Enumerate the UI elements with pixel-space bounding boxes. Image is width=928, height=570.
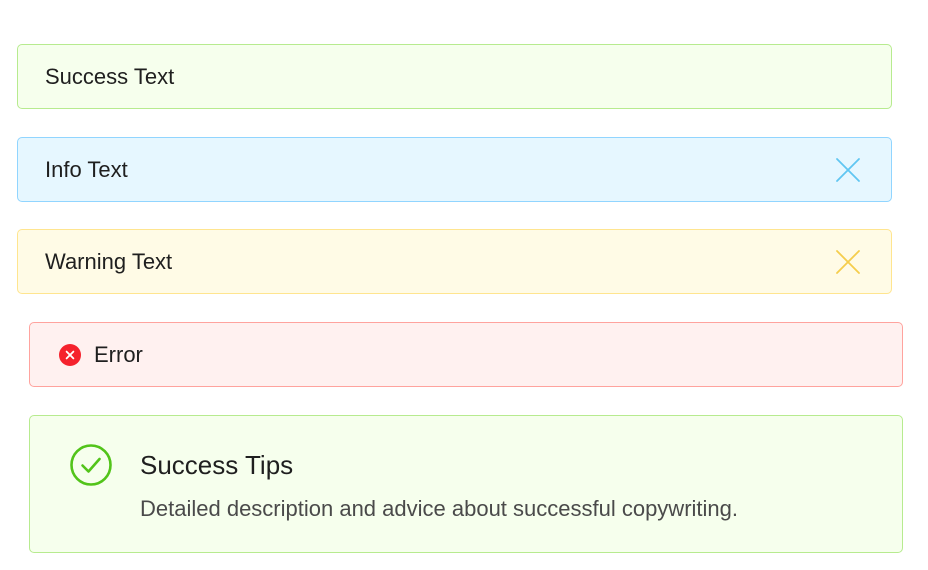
success-tips-title: Success Tips bbox=[140, 450, 294, 480]
error-alert: Error bbox=[29, 322, 903, 387]
error-alert-message: Error bbox=[94, 341, 143, 367]
close-icon[interactable] bbox=[835, 249, 861, 275]
check-circle-outline-icon bbox=[70, 444, 112, 486]
info-alert: Info Text bbox=[17, 137, 892, 202]
close-icon[interactable] bbox=[835, 157, 861, 183]
success-alert-message: Success Text bbox=[45, 63, 175, 89]
info-alert-message: Info Text bbox=[45, 156, 128, 182]
success-tips-alert: Success Tips Detailed description and ad… bbox=[29, 415, 903, 553]
warning-alert-message: Warning Text bbox=[45, 248, 173, 274]
close-circle-filled-icon bbox=[59, 343, 81, 366]
success-tips-description: Detailed description and advice about su… bbox=[140, 496, 738, 521]
success-alert: Success Text bbox=[17, 44, 892, 109]
warning-alert: Warning Text bbox=[17, 229, 892, 294]
